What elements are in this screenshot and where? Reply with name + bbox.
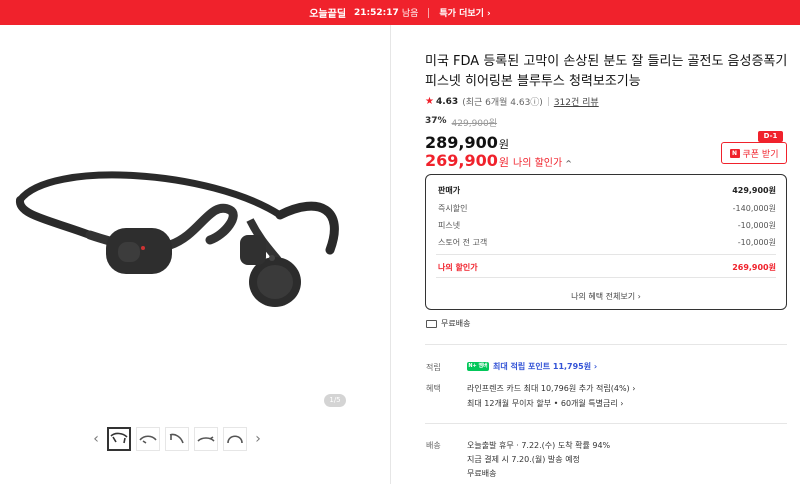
delivery-label: 배송: [426, 441, 441, 450]
benefit-label: 혜택: [426, 384, 441, 393]
price-row-label: 스토어 전 고객: [438, 238, 488, 247]
thumbnail-prev-arrow[interactable]: ‹: [90, 431, 102, 447]
price-breakdown-box: 판매가 429,900원 즉시할인 -140,000원 피스넷 -10,000원…: [425, 174, 787, 310]
price-row: 스토어 전 고객 -10,000원: [438, 237, 776, 248]
delivery-fee: 무료배송: [467, 469, 497, 478]
deal-brand-label: 오늘끝딜: [309, 5, 347, 20]
deal-divider: [428, 7, 430, 18]
view-all-benefits-link[interactable]: 나의 혜택 전체보기 ›: [426, 291, 786, 302]
thumbnail-4[interactable]: [194, 427, 218, 451]
price-row-value: -140,000원: [732, 204, 776, 213]
my-price-row-label: 나의 할인가: [438, 263, 478, 272]
chevron-up-icon: ^: [565, 159, 572, 168]
points-text: 최대 적립 포인트 11,795원 ›: [493, 362, 598, 371]
price-row: 판매가 429,900원: [438, 185, 776, 196]
coupon-label: 쿠폰 받기: [742, 149, 779, 160]
thumbnail-image: [139, 435, 157, 444]
my-price-label: 나의 할인가: [513, 158, 563, 169]
review-count-link[interactable]: 312건 리뷰: [554, 95, 599, 108]
my-price-row-value: 269,900원: [732, 263, 776, 272]
thumbnail-image: [227, 435, 243, 444]
thumbnail-image: [197, 436, 215, 442]
points-link[interactable]: N+ 멤버십 최대 적립 포인트 11,795원 ›: [467, 361, 598, 378]
delivery-dispatch: 지금 결제 시 7.20.(월) 발송 예정: [467, 455, 580, 464]
truck-icon: [426, 319, 437, 328]
rating-row: ★ 4.63 (최근 6개월 4.63ⓘ) 312건 리뷰: [425, 95, 599, 108]
price-box-divider: [436, 254, 776, 255]
my-price-unit: 원: [498, 156, 509, 169]
rating-recent[interactable]: (최근 6개월 4.63ⓘ): [462, 95, 543, 108]
product-main-image[interactable]: [10, 160, 350, 330]
original-price: 429,900원: [451, 119, 498, 129]
section-divider: [425, 344, 787, 345]
free-shipping-label: 무료배송: [441, 319, 471, 328]
section-divider: [425, 423, 787, 424]
sale-price-unit: 원: [498, 138, 509, 151]
my-price-row: 나의 할인가 269,900원: [438, 262, 776, 273]
installment-link[interactable]: 최대 12개월 무이자 할부 • 60개월 특별금리 ›: [467, 398, 623, 409]
deal-banner[interactable]: 오늘끝딜 21:52:17 남음 특가 더보기 ›: [0, 0, 800, 25]
thumbnail-3[interactable]: [165, 427, 189, 451]
image-pager: 1/5: [324, 394, 346, 407]
thumbnail-strip: ‹ ›: [90, 427, 264, 451]
price-row-value: -10,000원: [737, 221, 776, 230]
price-row-label: 즉시할인: [438, 204, 468, 213]
free-shipping-row: 무료배송: [426, 318, 470, 329]
coupon-dday-badge: D-1: [758, 131, 783, 142]
coupon-button[interactable]: N 쿠폰 받기: [721, 142, 787, 164]
discount-line: 37% 429,900원: [425, 116, 497, 129]
thumbnail-next-arrow[interactable]: ›: [252, 431, 264, 447]
points-label: 적립: [426, 363, 441, 372]
my-price-value: 269,900: [425, 151, 498, 170]
deal-timer: 21:52:17: [354, 7, 399, 18]
naver-coupon-icon: N: [729, 148, 740, 158]
npay-badge: N+ 멤버십: [467, 362, 489, 378]
discount-percent: 37%: [425, 116, 447, 126]
thumbnail-2[interactable]: [136, 427, 160, 451]
my-price[interactable]: 269,900 원 나의 할인가 ^: [425, 151, 572, 170]
price-row: 즉시할인 -140,000원: [438, 203, 776, 214]
delivery-estimate: 오늘출발 휴무 · 7.22.(수) 도착 확률 94%: [467, 441, 611, 450]
sale-price-value: 289,900: [425, 133, 498, 152]
more-deals-link[interactable]: 특가 더보기 ›: [439, 6, 490, 19]
star-icon: ★: [425, 96, 434, 107]
thumbnail-5[interactable]: [223, 427, 247, 451]
rating-divider: [547, 97, 549, 106]
card-benefit-link[interactable]: 라인프렌즈 카드 최대 10,796원 추가 적립(4%) ›: [467, 383, 635, 394]
column-divider: [390, 25, 391, 484]
sale-price: 289,900원: [425, 133, 509, 152]
thumbnail-image: [169, 433, 184, 444]
thumbnail-image: [110, 432, 128, 444]
rating-score: 4.63: [435, 96, 459, 107]
price-row: 피스넷 -10,000원: [438, 220, 776, 231]
price-row-value: 429,900원: [732, 186, 776, 195]
price-row-value: -10,000원: [737, 238, 776, 247]
product-title: 미국 FDA 등록된 고막이 손상된 분도 잘 들리는 골전도 음성증폭기 피스…: [425, 54, 788, 89]
deal-timer-suffix: 남음: [401, 9, 419, 19]
thumbnail-1[interactable]: [107, 427, 131, 451]
price-box-divider: [436, 277, 776, 278]
price-row-label: 판매가: [438, 186, 461, 195]
price-row-label: 피스넷: [438, 221, 461, 230]
